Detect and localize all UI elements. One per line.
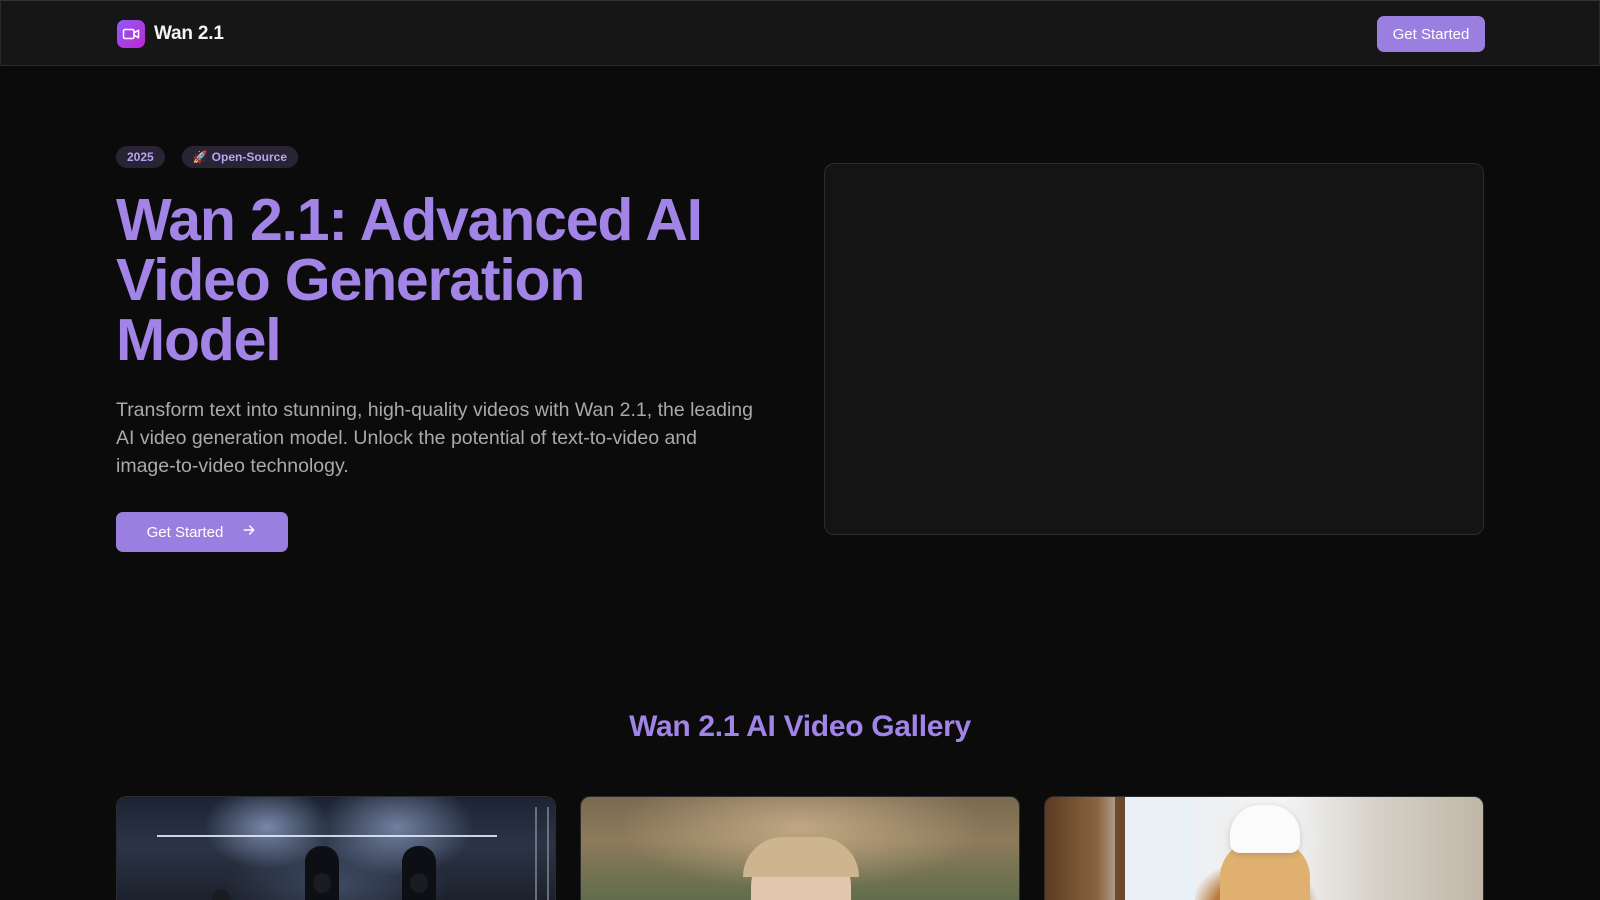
concert-stage-thumbnail [117, 797, 555, 900]
brand-logo-link[interactable]: Wan 2.1 [117, 20, 224, 48]
performer-head [410, 873, 428, 893]
year-badge: 2025 [116, 146, 165, 168]
hero-get-started-label: Get Started [146, 523, 224, 541]
hero-title: Wan 2.1: Advanced AI Video Generation Mo… [116, 187, 703, 373]
performer-head [313, 873, 331, 893]
gallery-video-card[interactable] [580, 796, 1020, 900]
kitchen-chef-thumbnail [1045, 797, 1483, 900]
performer-head [212, 889, 230, 900]
open-source-badge: 🚀 Open-Source [181, 146, 299, 168]
hero-subtitle: Transform text into stunning, high-quali… [116, 399, 753, 477]
hero-get-started-button[interactable]: Get Started [116, 512, 288, 552]
hero-video-player[interactable] [824, 163, 1484, 535]
open-source-badge-label: Open-Source [211, 150, 288, 164]
stage-light-bar [157, 835, 497, 837]
gallery-title: Wan 2.1 AI Video Gallery [629, 710, 971, 743]
stage-truss [535, 807, 549, 900]
portrait-thumbnail [581, 797, 1019, 900]
chef-hat [1230, 805, 1300, 853]
gallery-video-card[interactable] [116, 796, 556, 900]
brand-name: Wan 2.1 [154, 23, 224, 44]
kitchen-window [1115, 797, 1195, 900]
header-get-started-button[interactable]: Get Started [1377, 16, 1485, 52]
gallery-video-card[interactable] [1044, 796, 1484, 900]
top-navigation-bar: Wan 2.1 Get Started [0, 0, 1600, 66]
hero-badges: 2025 🚀 Open-Source [116, 146, 299, 168]
portrait-hair [743, 837, 859, 877]
video-camera-icon [117, 20, 145, 48]
arrow-right-icon [241, 522, 257, 542]
year-badge-label: 2025 [127, 150, 154, 164]
rocket-icon: 🚀 [192, 150, 208, 164]
